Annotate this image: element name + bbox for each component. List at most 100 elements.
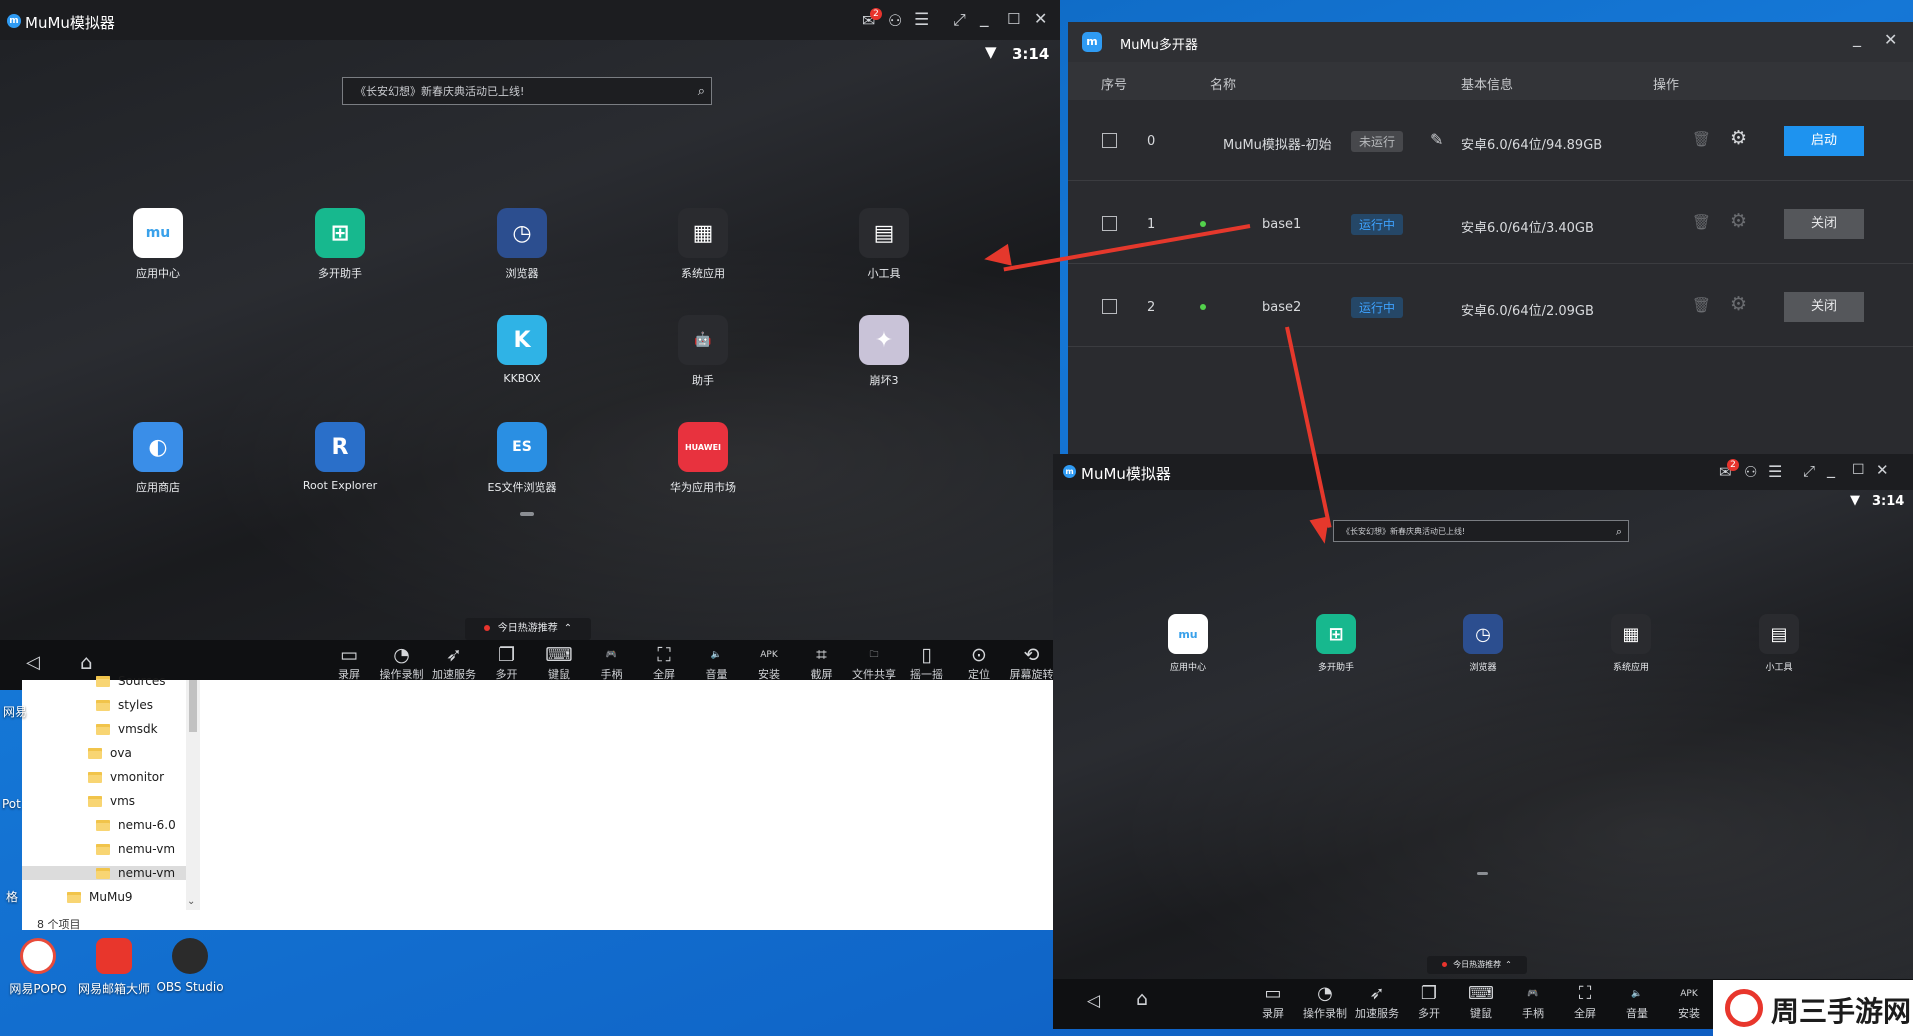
manager-titlebar[interactable]: m MuMu多开器 _ ✕ [1068,22,1913,62]
close-instance-button[interactable]: 关闭 [1784,292,1864,322]
tree-folder-item[interactable]: ova [88,746,132,760]
app-android[interactable]: 🤖 助手 [643,315,763,395]
settings-gear-icon[interactable]: ⚙ [1730,210,1747,232]
tree-folder-item[interactable]: nemu-6.0 [96,818,176,832]
minimize-icon[interactable]: _ [1827,459,1835,478]
search-icon[interactable]: ⌕ [1616,521,1622,541]
app-label: 华为应用市场 [670,481,736,494]
delete-trash-icon[interactable]: 🗑 [1692,130,1711,148]
app-center-icon: mu [133,208,183,258]
multi-instance-icon: ❐ [497,644,516,666]
tree-folder-item[interactable]: Sources [96,674,165,688]
volume-icon: 🔈 [1631,989,1643,999]
app-app-center[interactable]: mu 应用中心 [98,208,218,288]
close-instance-button[interactable]: 关闭 [1784,209,1864,239]
app-app-center[interactable]: mu 应用中心 [1138,614,1238,684]
toolbar-record-screen-button[interactable]: ▭ 录屏 [1247,983,1299,1027]
tree-folder-item[interactable]: nemu-vm [22,866,186,880]
app-tools[interactable]: ▤ 小工具 [824,208,944,288]
toolbar-gamepad-button[interactable]: 🎮 手柄 [1507,983,1559,1027]
explorer-scrollbar[interactable]: ⌄ [186,680,200,910]
search-icon[interactable]: ⌕ [698,78,705,104]
toolbar-keyboard-button[interactable]: ⌨ 键鼠 [1455,983,1507,1027]
desktop-obs-shortcut[interactable]: OBS Studio [150,938,230,998]
row-checkbox[interactable] [1102,299,1117,314]
mini-mode-icon[interactable]: ⤢ [1803,462,1815,480]
hot-games-bar[interactable]: 今日热游推荐 ⌃ [465,618,591,640]
folder-label: MuMu9 [89,890,133,904]
hot-games-bar[interactable]: 今日热游推荐 ⌃ [1427,956,1527,974]
app-huawei[interactable]: HUAWEI 华为应用市场 [643,422,763,502]
obs-icon [172,938,208,974]
tree-folder-item[interactable]: vmonitor [88,770,164,784]
desktop-mail-master-shortcut[interactable]: 网易邮箱大师 [74,938,154,998]
search-input[interactable]: 《长安幻想》新春庆典活动已上线! ⌕ [342,77,712,105]
scrollbar-thumb[interactable] [189,680,197,732]
minimize-icon[interactable]: _ [1853,28,1861,47]
app-es-file[interactable]: ES ES文件浏览器 [462,422,582,502]
app-tools[interactable]: ▤ 小工具 [1729,614,1829,684]
tree-folder-item[interactable]: styles [96,698,153,712]
toolbar-volume-button[interactable]: 🔈 音量 [1611,983,1663,1027]
app-kkbox[interactable]: K KKBOX [462,315,582,395]
tree-folder-item[interactable]: vms [88,794,135,808]
close-icon[interactable]: ✕ [1876,461,1889,479]
back-icon[interactable]: ◁ [26,652,40,673]
start-instance-button[interactable]: 启动 [1784,126,1864,156]
notification-badge: 2 [870,8,882,20]
app-multi-open[interactable]: ⊞ 多开助手 [1286,614,1386,684]
row-info: 安卓6.0/64位/2.09GB [1461,304,1594,319]
delete-trash-icon[interactable]: 🗑 [1692,213,1711,231]
mini-mode-icon[interactable]: ⤢ [953,10,966,30]
desktop-popo-shortcut[interactable]: 网易POPO [0,938,78,998]
settings-gear-icon[interactable]: ⚙ [1730,293,1747,315]
toolbar-apk-install-button[interactable]: APK 安装 [1663,983,1715,1027]
toolbar-label: 音量 [1626,1007,1648,1020]
app-system-apps[interactable]: ▦ 系统应用 [1581,614,1681,684]
row-checkbox[interactable] [1102,133,1117,148]
emulator-window-main[interactable]: m MuMu模拟器 ✉ 2 ⚇ ☰ ⤢ _ ☐ ✕ ▼ 3:14 《长安幻想》新… [0,0,1060,690]
instance-row[interactable]: 0 MuMu模拟器-初始 未运行 ✎ 安卓6.0/64位/94.89GB 🗑 ⚙ 启动 [1068,100,1913,181]
settings-gear-icon[interactable]: ⚙ [1730,127,1747,149]
emulator-window-second[interactable]: m MuMu模拟器 ✉ 2 ⚇ ☰ ⤢ _ ☐ ✕ ▼ 3:14 《长安幻想》新… [1053,454,1913,1029]
row-checkbox[interactable] [1102,216,1117,231]
app-root-explorer[interactable]: R Root Explorer [280,422,400,502]
user-icon[interactable]: ⚇ [888,11,902,30]
android-screen[interactable]: ▼ 3:14 《长安幻想》新春庆典活动已上线! ⌕ mu 应用中心 ⊞ 多开助手 ◷ 浏览… [1053,490,1913,979]
app-multi-open[interactable]: ⊞ 多开助手 [280,208,400,288]
scroll-down-icon[interactable]: ⌄ [187,896,195,907]
home-icon[interactable]: ⌂ [1136,988,1148,1010]
delete-trash-icon[interactable]: 🗑 [1692,296,1711,314]
menu-icon[interactable]: ☰ [914,10,929,30]
minimize-icon[interactable]: _ [980,8,989,28]
app-honkai[interactable]: ✦ 崩坏3 [824,315,944,395]
android-screen[interactable]: ▼ 3:14 《长安幻想》新春庆典活动已上线! ⌕ mu 应用中心 ⊞ 多开助手 ◷ 浏览… [0,40,1060,640]
tree-folder-item[interactable]: MuMu9 [67,890,133,904]
emulator-titlebar[interactable]: m MuMu模拟器 ✉ 2 ⚇ ☰ ⤢ _ ☐ ✕ [0,0,1060,40]
user-icon[interactable]: ⚇ [1744,463,1757,481]
app-browser-compass[interactable]: ◷ 浏览器 [1433,614,1533,684]
tree-folder-item[interactable]: vmsdk [96,722,158,736]
toolbar-multi-instance-button[interactable]: ❐ 多开 [1403,983,1455,1027]
app-app-store[interactable]: ◐ 应用商店 [98,422,218,502]
home-icon[interactable]: ⌂ [80,650,93,674]
back-icon[interactable]: ◁ [1087,991,1100,1011]
maximize-icon[interactable]: ☐ [1852,462,1865,478]
instance-row[interactable]: 2 base2 运行中 安卓6.0/64位/2.09GB 🗑 ⚙ 关闭 [1068,266,1913,347]
close-icon[interactable]: ✕ [1034,9,1047,28]
root-explorer-icon: R [315,422,365,472]
emulator-titlebar[interactable]: m MuMu模拟器 ✉ 2 ⚇ ☰ ⤢ _ ☐ ✕ [1053,454,1913,490]
toolbar-macro-record-button[interactable]: ◔ 操作录制 [1299,983,1351,1027]
toolbar-rocket-button[interactable]: ➶ 加速服务 [1351,983,1403,1027]
maximize-icon[interactable]: ☐ [1007,10,1020,28]
instance-row[interactable]: 1 base1 运行中 安卓6.0/64位/3.40GB 🗑 ⚙ 关闭 [1068,183,1913,264]
app-system-apps[interactable]: ▦ 系统应用 [643,208,763,288]
menu-icon[interactable]: ☰ [1768,462,1782,481]
close-icon[interactable]: ✕ [1884,30,1897,49]
multi-instance-manager[interactable]: m MuMu多开器 _ ✕ 序号 名称 基本信息 操作 0 MuMu模拟器-初始 未… [1068,22,1913,457]
edit-pencil-icon[interactable]: ✎ [1430,130,1443,149]
app-browser-compass[interactable]: ◷ 浏览器 [462,208,582,288]
search-input[interactable]: 《长安幻想》新春庆典活动已上线! ⌕ [1333,520,1629,542]
tree-folder-item[interactable]: nemu-vm [96,842,175,856]
toolbar-fullscreen-button[interactable]: ⛶ 全屏 [1559,983,1611,1027]
